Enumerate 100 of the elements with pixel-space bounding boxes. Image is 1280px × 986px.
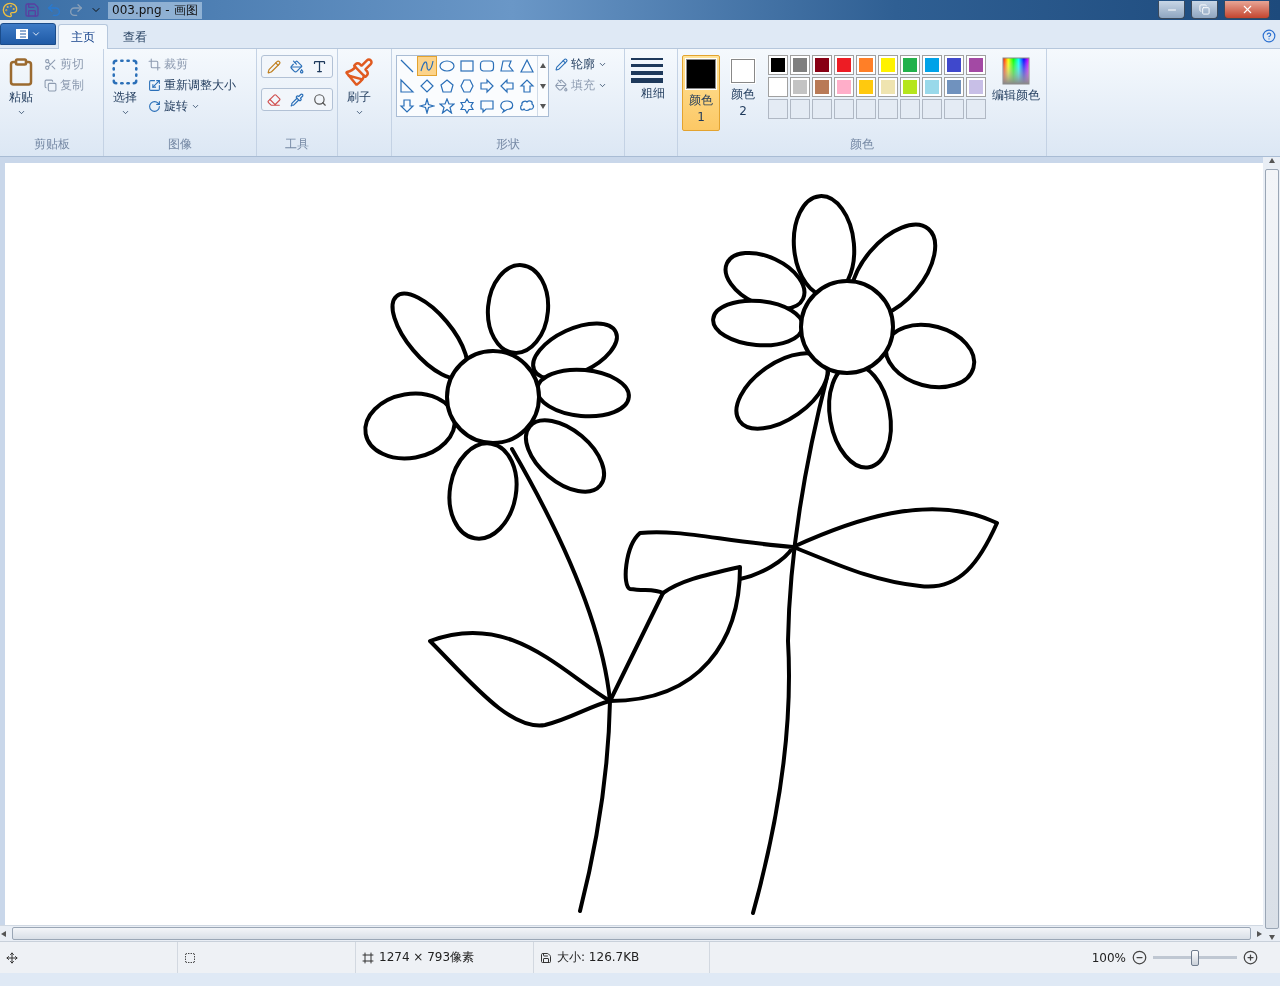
empty-swatch[interactable]: [834, 99, 854, 119]
empty-swatch[interactable]: [812, 99, 832, 119]
palette-swatch[interactable]: [790, 77, 810, 97]
palette-swatch[interactable]: [966, 55, 986, 75]
caret-icon: [120, 108, 130, 117]
zoom-in-button[interactable]: [1243, 950, 1258, 965]
hexagon-icon: [459, 78, 475, 94]
copy-icon: [44, 79, 57, 92]
file-size: 大小: 126.7KB: [557, 949, 640, 966]
paste-button[interactable]: 粘贴: [4, 55, 38, 136]
scrollbar-thumb[interactable]: [12, 927, 1251, 940]
pentagon-icon: [439, 78, 455, 94]
empty-swatch[interactable]: [966, 99, 986, 119]
restore-button[interactable]: [1191, 1, 1218, 19]
shape-button[interactable]: [457, 96, 477, 116]
palette-swatch[interactable]: [856, 77, 876, 97]
ribbon-tab[interactable]: 查看: [110, 24, 160, 49]
eraser-icon: [266, 92, 281, 107]
color-slot-button[interactable]: 颜色 2: [724, 55, 762, 131]
brush-icon: [344, 57, 374, 87]
palette-swatch[interactable]: [812, 77, 832, 97]
pipette-icon: [289, 92, 304, 107]
shape-button[interactable]: [397, 76, 417, 96]
shape-button[interactable]: [437, 96, 457, 116]
palette-swatch[interactable]: [966, 77, 986, 97]
caret-icon: [354, 108, 364, 117]
scroll-down-icon[interactable]: [539, 82, 547, 90]
empty-swatch[interactable]: [944, 99, 964, 119]
document-icon: [15, 28, 29, 40]
palette-swatch[interactable]: [834, 77, 854, 97]
rect-icon: [459, 58, 475, 74]
polygon-icon: [499, 58, 515, 74]
star-icon: [459, 98, 475, 114]
palette-swatch[interactable]: [922, 55, 942, 75]
brushes-button[interactable]: 刷子: [342, 55, 376, 139]
save-icon: [24, 2, 40, 18]
minimize-button[interactable]: [1158, 1, 1185, 19]
arrow-left-icon: [499, 78, 515, 94]
palette-swatch[interactable]: [922, 77, 942, 97]
empty-swatch[interactable]: [790, 99, 810, 119]
selection-icon: [184, 951, 196, 964]
roundrect-icon: [479, 58, 495, 74]
edit-colors-button[interactable]: 编辑颜色: [990, 55, 1042, 136]
size-button[interactable]: 粗细: [629, 55, 665, 139]
undo-icon: [46, 2, 62, 18]
resize-button[interactable]: 重新调整大小: [146, 76, 238, 95]
app-menu-button[interactable]: [0, 23, 56, 45]
empty-swatch[interactable]: [922, 99, 942, 119]
rotate-button[interactable]: 旋转: [146, 97, 238, 116]
caret-icon: [16, 108, 26, 117]
palette-swatch[interactable]: [834, 55, 854, 75]
scroll-left-icon[interactable]: [0, 929, 8, 938]
group-label: 剪贴板: [32, 136, 71, 153]
caret-icon: [191, 102, 200, 111]
help-icon: [1262, 29, 1276, 43]
star-icon: [419, 98, 435, 114]
zoom-slider-thumb[interactable]: [1191, 949, 1199, 966]
group-label: 工具: [284, 136, 310, 153]
empty-swatch[interactable]: [856, 99, 876, 119]
group-label: 图像: [167, 136, 193, 153]
palette-swatch[interactable]: [878, 77, 898, 97]
curve-icon: [419, 58, 435, 74]
palette-swatch[interactable]: [768, 77, 788, 97]
scroll-up-icon[interactable]: [539, 62, 547, 70]
palette-swatch[interactable]: [900, 55, 920, 75]
zoom-level: 100%: [1091, 950, 1126, 965]
text-icon: [312, 59, 327, 74]
color-slot-button[interactable]: 颜色 1: [682, 55, 720, 131]
palette-swatch[interactable]: [900, 77, 920, 97]
outline-button[interactable]: 轮廓: [553, 55, 609, 74]
zoom-out-button[interactable]: [1132, 950, 1147, 965]
palette-swatch[interactable]: [944, 55, 964, 75]
shape-button[interactable]: [417, 96, 437, 116]
palette-swatch[interactable]: [944, 77, 964, 97]
empty-swatch[interactable]: [768, 99, 788, 119]
resize-icon: [148, 79, 161, 92]
canvas-dimensions: 1274 × 793像素: [379, 949, 475, 966]
empty-swatch[interactable]: [878, 99, 898, 119]
magnifier-icon: [312, 92, 327, 107]
palette-swatch[interactable]: [878, 55, 898, 75]
scrollbar-thumb[interactable]: [1264, 169, 1279, 929]
save-icon: [540, 951, 552, 964]
ribbon-tab[interactable]: 主页: [58, 24, 108, 49]
close-button[interactable]: [1224, 1, 1270, 19]
expand-icon[interactable]: [539, 102, 547, 110]
shape-button[interactable]: [417, 56, 437, 76]
window-title: 003.png - 画图: [108, 1, 202, 19]
line-icon: [399, 58, 415, 74]
palette-swatch[interactable]: [856, 55, 876, 75]
drawing-canvas[interactable]: [5, 163, 1263, 925]
palette-swatch[interactable]: [790, 55, 810, 75]
caret-icon: [31, 29, 41, 39]
diamond-icon: [419, 78, 435, 94]
palette-swatch[interactable]: [812, 55, 832, 75]
callout-cloud-icon: [519, 98, 535, 114]
group-label: 形状: [495, 136, 521, 153]
select-button[interactable]: 选择: [108, 55, 142, 136]
palette-swatch[interactable]: [768, 55, 788, 75]
pencil-icon: [266, 59, 281, 74]
empty-swatch[interactable]: [900, 99, 920, 119]
